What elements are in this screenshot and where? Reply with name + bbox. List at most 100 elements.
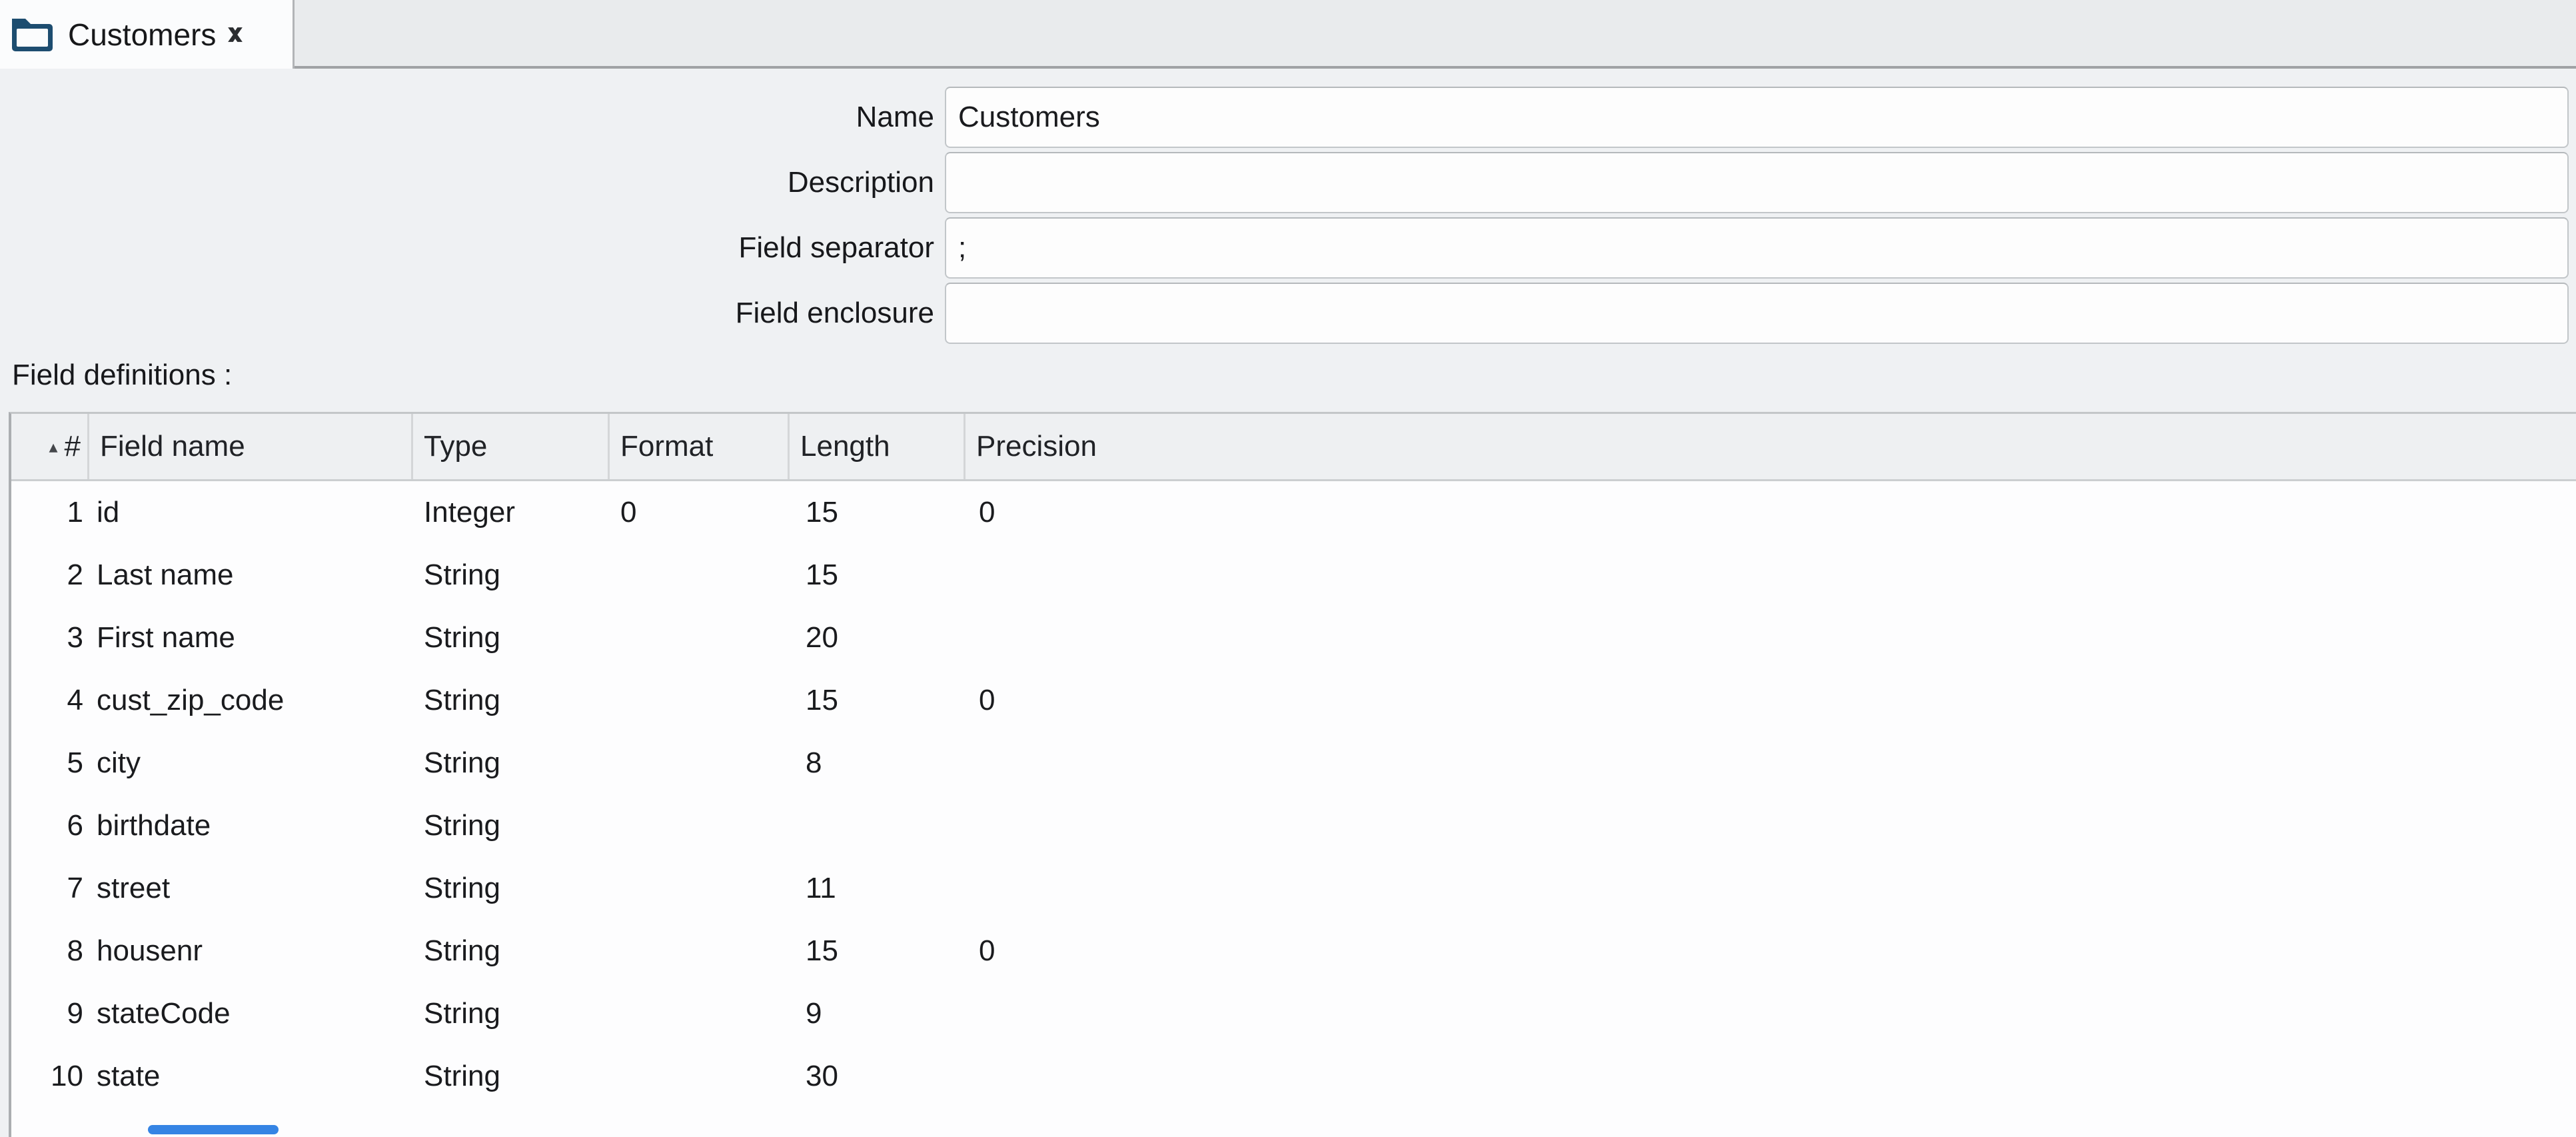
cell-row-number: 9: [11, 982, 89, 1045]
cell-format[interactable]: 0: [610, 481, 790, 544]
cell-precision[interactable]: 0: [966, 920, 2576, 982]
table-row[interactable]: 1 id Integer 0 15 0: [11, 481, 2576, 544]
file-definition-form: Name Description Field separator Field e…: [0, 69, 2576, 344]
column-header-length[interactable]: Length: [790, 414, 966, 479]
description-input[interactable]: [945, 152, 2569, 213]
cell-type[interactable]: String: [413, 1045, 610, 1108]
cell-precision[interactable]: [966, 732, 2576, 794]
cell-length[interactable]: 11: [790, 857, 966, 920]
cell-type[interactable]: String: [413, 920, 610, 982]
tab-customers[interactable]: Customers: [0, 0, 295, 69]
cell-format[interactable]: [610, 794, 790, 857]
cell-precision[interactable]: [966, 544, 2576, 606]
cell-field-name[interactable]: birthdate: [89, 794, 413, 857]
cell-field-name[interactable]: state: [89, 1045, 413, 1108]
cell-format[interactable]: [610, 606, 790, 669]
cell-length[interactable]: 8: [790, 732, 966, 794]
cell-length[interactable]: 15: [790, 669, 966, 732]
cell-type[interactable]: String: [413, 857, 610, 920]
description-label: Description: [0, 152, 934, 213]
form-row-field-enclosure: Field enclosure: [0, 283, 2576, 344]
cell-type[interactable]: String: [413, 544, 610, 606]
cell-format[interactable]: [610, 544, 790, 606]
cell-precision[interactable]: [966, 794, 2576, 857]
horizontal-scrollbar-thumb[interactable]: [148, 1125, 279, 1134]
field-separator-input[interactable]: [945, 217, 2569, 279]
form-row-field-separator: Field separator: [0, 217, 2576, 279]
name-label: Name: [0, 87, 934, 148]
cell-row-number: 3: [11, 606, 89, 669]
sort-ascending-icon: ▴: [49, 438, 57, 455]
cell-row-number: 7: [11, 857, 89, 920]
cell-format[interactable]: [610, 1045, 790, 1108]
table-row[interactable]: 9 stateCode String 9: [11, 982, 2576, 1045]
tab-close-icon[interactable]: [227, 27, 244, 43]
editor-content: Name Description Field separator Field e…: [0, 69, 2576, 1137]
cell-field-name[interactable]: id: [89, 481, 413, 544]
tab-bar: Customers: [0, 0, 2576, 69]
cell-format[interactable]: [610, 857, 790, 920]
cell-field-name[interactable]: cust_zip_code: [89, 669, 413, 732]
cell-format[interactable]: [610, 732, 790, 794]
cell-length[interactable]: [790, 794, 966, 857]
cell-field-name[interactable]: First name: [89, 606, 413, 669]
cell-length[interactable]: 15: [790, 920, 966, 982]
field-definitions-title: Field definitions :: [0, 359, 2576, 396]
cell-precision[interactable]: [966, 982, 2576, 1045]
table-row[interactable]: 6 birthdate String: [11, 794, 2576, 857]
cell-field-name[interactable]: street: [89, 857, 413, 920]
table-row[interactable]: 8 housenr String 15 0: [11, 920, 2576, 982]
column-header-type[interactable]: Type: [413, 414, 610, 479]
cell-row-number: 4: [11, 669, 89, 732]
cell-precision[interactable]: 0: [966, 669, 2576, 732]
form-row-description: Description: [0, 152, 2576, 213]
table-row[interactable]: 10 state String 30: [11, 1045, 2576, 1108]
cell-type[interactable]: String: [413, 669, 610, 732]
cell-type[interactable]: String: [413, 606, 610, 669]
cell-length[interactable]: 9: [790, 982, 966, 1045]
column-header-number-label: #: [65, 430, 81, 463]
column-header-number[interactable]: ▴ #: [11, 414, 89, 479]
field-separator-label: Field separator: [0, 217, 934, 279]
name-input[interactable]: [945, 87, 2569, 148]
cell-format[interactable]: [610, 669, 790, 732]
cell-row-number: 2: [11, 544, 89, 606]
field-enclosure-input[interactable]: [945, 283, 2569, 344]
table-row[interactable]: 7 street String 11: [11, 857, 2576, 920]
column-header-field-name[interactable]: Field name: [89, 414, 413, 479]
folder-icon: [8, 15, 56, 55]
cell-precision[interactable]: 0: [966, 481, 2576, 544]
metadata-editor-window: Customers Name Description Field separat…: [0, 0, 2576, 1137]
table-row[interactable]: 3 First name String 20: [11, 606, 2576, 669]
cell-type[interactable]: Integer: [413, 481, 610, 544]
table-header-row: ▴ # Field name Type Format Length Precis…: [11, 414, 2576, 481]
cell-precision[interactable]: [966, 1045, 2576, 1108]
table-row[interactable]: 2 Last name String 15: [11, 544, 2576, 606]
cell-field-name[interactable]: housenr: [89, 920, 413, 982]
cell-length[interactable]: 15: [790, 544, 966, 606]
cell-precision[interactable]: [966, 857, 2576, 920]
cell-type[interactable]: String: [413, 794, 610, 857]
table-row[interactable]: 4 cust_zip_code String 15 0: [11, 669, 2576, 732]
cell-format[interactable]: [610, 982, 790, 1045]
cell-length[interactable]: 20: [790, 606, 966, 669]
table-row[interactable]: 5 city String 8: [11, 732, 2576, 794]
cell-length[interactable]: 30: [790, 1045, 966, 1108]
cell-field-name[interactable]: stateCode: [89, 982, 413, 1045]
cell-row-number: 10: [11, 1045, 89, 1108]
column-header-precision[interactable]: Precision: [966, 414, 2576, 479]
field-enclosure-label: Field enclosure: [0, 283, 934, 344]
cell-field-name[interactable]: Last name: [89, 544, 413, 606]
cell-type[interactable]: String: [413, 732, 610, 794]
cell-format[interactable]: [610, 920, 790, 982]
cell-length[interactable]: 15: [790, 481, 966, 544]
field-definitions-table: ▴ # Field name Type Format Length Precis…: [9, 412, 2576, 1137]
cell-precision[interactable]: [966, 606, 2576, 669]
cell-row-number: 5: [11, 732, 89, 794]
cell-row-number: 6: [11, 794, 89, 857]
column-header-format[interactable]: Format: [610, 414, 790, 479]
cell-row-number: 1: [11, 481, 89, 544]
tab-title: Customers: [68, 17, 216, 53]
cell-type[interactable]: String: [413, 982, 610, 1045]
cell-field-name[interactable]: city: [89, 732, 413, 794]
